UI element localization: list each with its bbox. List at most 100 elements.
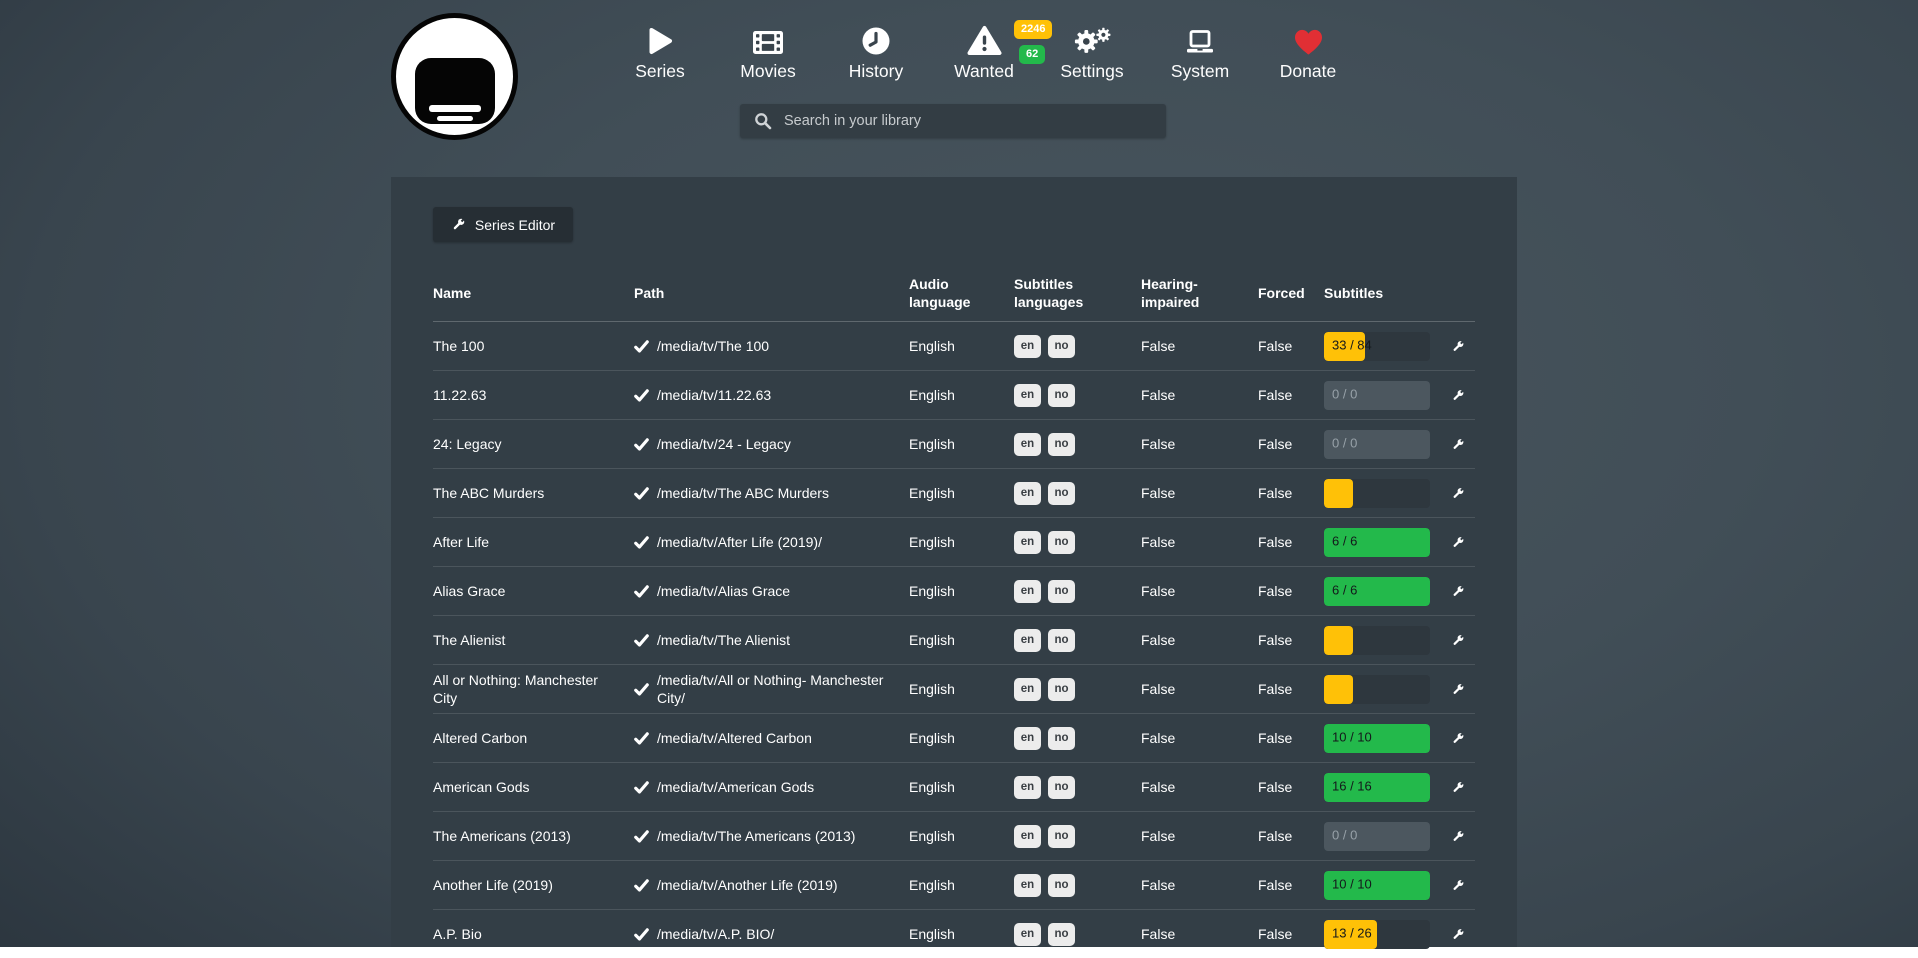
edit-series-button[interactable] [1451, 779, 1465, 796]
wrench-icon [1451, 779, 1465, 796]
subtitles-languages-cell: enno [1014, 861, 1141, 909]
edit-series-button[interactable] [1451, 926, 1465, 943]
wrench-icon [1451, 877, 1465, 894]
check-icon [634, 830, 649, 843]
header-subtitles-languages: Subtitles languages [1014, 275, 1141, 311]
series-row: The Alienist /media/tv/The Alienist Engl… [433, 615, 1475, 664]
series-row: 24: Legacy /media/tv/24 - Legacy English… [433, 419, 1475, 468]
subtitles-progress-cell: 33 / 84 [1324, 322, 1451, 370]
logo-subtitle-line [437, 116, 473, 121]
edit-series-button[interactable] [1451, 877, 1465, 894]
language-badge: en [1014, 727, 1041, 750]
subtitles-progress-cell: 0 / 0 [1324, 812, 1451, 860]
nav-label: Donate [1280, 62, 1336, 81]
nav-item-settings[interactable]: Settings [1038, 18, 1146, 81]
check-icon [634, 928, 649, 941]
progress-label: 6 / 6 [1332, 583, 1357, 600]
audio-language-cell: English [909, 567, 1014, 615]
header-path: Path [634, 284, 909, 302]
progress-fill [1324, 675, 1353, 704]
series-name-cell: American Gods [433, 763, 634, 811]
series-path-cell: /media/tv/The 100 [634, 322, 909, 370]
subtitles-languages-cell: enno [1014, 714, 1141, 762]
check-icon [634, 585, 649, 598]
language-badge: no [1048, 727, 1075, 750]
header-audio-language: Audio language [909, 275, 1014, 311]
series-editor-label: Series Editor [475, 217, 555, 233]
search-input[interactable] [782, 112, 1166, 130]
nav-item-donate[interactable]: Donate [1254, 18, 1362, 81]
header-forced: Forced [1258, 284, 1324, 302]
subtitles-progress-bar [1324, 675, 1430, 704]
progress-label: 10 / 10 [1332, 877, 1372, 894]
hearing-impaired-cell: False [1141, 469, 1258, 517]
series-name-cell: The Americans (2013) [433, 812, 634, 860]
subtitles-progress-cell: 10 / 10 [1324, 714, 1451, 762]
actions-cell [1451, 371, 1475, 419]
forced-cell: False [1258, 518, 1324, 566]
language-badge: en [1014, 874, 1041, 897]
series-path-cell: /media/tv/11.22.63 [634, 371, 909, 419]
check-icon [634, 487, 649, 500]
series-path-cell: /media/tv/The Americans (2013) [634, 812, 909, 860]
series-editor-button[interactable]: Series Editor [433, 207, 573, 242]
subtitles-languages-cell: enno [1014, 420, 1141, 468]
nav-item-series[interactable]: Series [606, 18, 714, 81]
edit-series-button[interactable] [1451, 436, 1465, 453]
nav-item-system[interactable]: System [1146, 18, 1254, 81]
subtitles-languages-cell: enno [1014, 567, 1141, 615]
series-name-cell: All or Nothing: Manchester City [433, 665, 634, 713]
forced-cell: False [1258, 910, 1324, 958]
audio-language-cell: English [909, 812, 1014, 860]
nav-label: Series [635, 62, 685, 81]
check-icon [634, 683, 649, 696]
audio-language-cell: English [909, 763, 1014, 811]
check-icon [634, 634, 649, 647]
gears-icon [1073, 18, 1111, 56]
subtitles-languages-cell: enno [1014, 371, 1141, 419]
language-badge: no [1048, 629, 1075, 652]
language-badge: no [1048, 384, 1075, 407]
edit-series-button[interactable] [1451, 681, 1465, 698]
check-icon [634, 781, 649, 794]
nav-item-history[interactable]: History [822, 18, 930, 81]
edit-series-button[interactable] [1451, 583, 1465, 600]
series-row: 11.22.63 /media/tv/11.22.63 English enno… [433, 370, 1475, 419]
subtitles-progress-cell: 16 / 16 [1324, 763, 1451, 811]
audio-language-cell: English [909, 518, 1014, 566]
wrench-icon [1451, 436, 1465, 453]
actions-cell [1451, 469, 1475, 517]
wrench-icon [1451, 534, 1465, 551]
header-subtitles: Subtitles [1324, 284, 1451, 302]
actions-cell [1451, 763, 1475, 811]
edit-series-button[interactable] [1451, 828, 1465, 845]
edit-series-button[interactable] [1451, 730, 1465, 747]
bazarr-app: Series Movies [0, 0, 1918, 947]
actions-cell [1451, 616, 1475, 664]
app-logo[interactable] [391, 13, 518, 140]
edit-series-button[interactable] [1451, 338, 1465, 355]
audio-language-cell: English [909, 910, 1014, 958]
nav-label: History [849, 62, 903, 81]
series-table: Name Path Audio language Subtitles langu… [433, 274, 1475, 958]
edit-series-button[interactable] [1451, 534, 1465, 551]
hearing-impaired-cell: False [1141, 518, 1258, 566]
subtitles-progress-bar: 6 / 6 [1324, 577, 1430, 606]
language-badge: en [1014, 433, 1041, 456]
audio-language-cell: English [909, 616, 1014, 664]
edit-series-button[interactable] [1451, 485, 1465, 502]
progress-label: 13 / 26 [1332, 926, 1372, 943]
edit-series-button[interactable] [1451, 387, 1465, 404]
actions-cell [1451, 812, 1475, 860]
hearing-impaired-cell: False [1141, 371, 1258, 419]
subtitles-progress-bar: 10 / 10 [1324, 871, 1430, 900]
nav-item-wanted[interactable]: 2246 62 Wanted [930, 18, 1038, 81]
hearing-impaired-cell: False [1141, 567, 1258, 615]
actions-cell [1451, 567, 1475, 615]
warning-icon [966, 18, 1003, 56]
language-badge: no [1048, 531, 1075, 554]
audio-language-cell: English [909, 665, 1014, 713]
table-header-row: Name Path Audio language Subtitles langu… [433, 274, 1475, 322]
nav-item-movies[interactable]: Movies [714, 18, 822, 81]
edit-series-button[interactable] [1451, 632, 1465, 649]
